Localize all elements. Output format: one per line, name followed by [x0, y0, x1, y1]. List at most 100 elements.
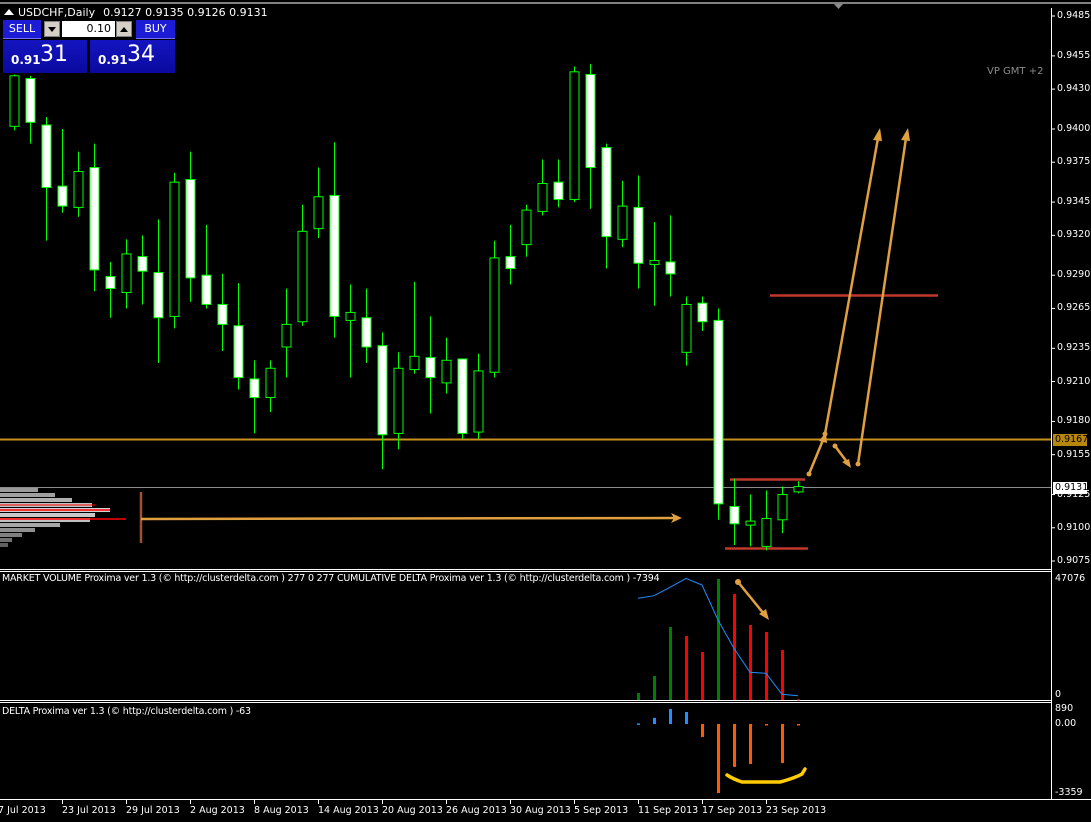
delta-axis-zero-label: 0.00	[1055, 718, 1077, 729]
candle	[617, 180, 628, 248]
ask-prefix: 0.91	[98, 53, 128, 67]
bull-candle-body	[617, 205, 628, 240]
candle	[329, 142, 340, 338]
volume-bar	[797, 699, 800, 701]
lot-increase-button[interactable]	[116, 21, 132, 37]
candle	[521, 204, 532, 257]
bear-candle-body	[89, 167, 100, 271]
price-tick-label: 0.9430	[1057, 83, 1091, 95]
ohlc-readout: 0.9127 0.9135 0.9126 0.9131	[103, 6, 268, 19]
bull-candle-body	[681, 303, 692, 353]
candle	[649, 222, 660, 306]
price-tick-label: 0.9290	[1057, 269, 1091, 281]
candle	[425, 316, 436, 414]
volume-bars	[637, 579, 800, 701]
bull-candle-body	[169, 181, 180, 317]
bid-price-button[interactable]: 0.91 31	[3, 40, 87, 73]
bull-candle-body	[569, 71, 580, 200]
delta-bar	[765, 724, 768, 726]
volume-profile	[0, 488, 126, 547]
bull-candle-body	[793, 486, 804, 493]
candle	[761, 490, 772, 551]
bear-candle-body	[217, 303, 228, 325]
candle	[9, 74, 20, 131]
arrow-head-icon	[842, 459, 851, 468]
bear-candle-body	[457, 358, 468, 434]
candle	[73, 151, 84, 217]
bid-pips: 31	[40, 42, 68, 67]
bear-candle-body	[633, 206, 644, 264]
time-tick-label: 8 Aug 2013	[254, 805, 309, 816]
bull-candle-body	[281, 323, 292, 348]
bear-candle-body	[665, 261, 676, 275]
delta-bar	[781, 724, 784, 764]
bear-candle-body	[505, 256, 516, 270]
candle	[57, 128, 68, 213]
arrow-line[interactable]	[807, 439, 825, 475]
candle	[601, 143, 612, 269]
bull-candle-body	[441, 359, 452, 384]
bear-candle-body	[377, 345, 388, 436]
delta-bar	[733, 724, 736, 767]
time-tick-label: 29 Jul 2013	[126, 805, 180, 816]
bear-candle-body	[185, 179, 196, 279]
price-tick-label: 0.9155	[1057, 448, 1091, 460]
delta-highlight-curve[interactable]	[725, 767, 807, 784]
price-tick-label: 0.9210	[1057, 375, 1091, 387]
candle	[137, 235, 148, 305]
bear-candle-body	[425, 357, 436, 379]
chart-shift-marker-icon[interactable]	[834, 4, 843, 9]
current-price-label: 0.9131	[1053, 482, 1089, 494]
volume-arrow-line[interactable]	[737, 581, 765, 615]
lot-size-input[interactable]	[62, 21, 115, 37]
time-tick-label: 20 Aug 2013	[382, 805, 443, 816]
bear-candle-body	[697, 302, 708, 323]
delta-axis-min-label: -3359	[1055, 787, 1083, 798]
time-tick-label: 23 Sep 2013	[766, 805, 827, 816]
price-tick-label: 0.9485	[1057, 10, 1091, 21]
buy-button[interactable]: BUY	[136, 20, 175, 39]
arrow-line[interactable]	[856, 137, 908, 465]
lot-decrease-button[interactable]	[44, 21, 60, 37]
bull-candle-body	[761, 517, 772, 547]
time-tick-label: 26 Aug 2013	[446, 805, 507, 816]
candle	[361, 288, 372, 363]
horizontal-arrow-line[interactable]	[140, 516, 675, 521]
price-tick-label: 0.9455	[1057, 49, 1091, 61]
arrow-line[interactable]	[834, 445, 848, 463]
ask-price-button[interactable]: 0.91 34	[90, 40, 175, 73]
bull-candle-body	[345, 311, 356, 321]
bear-candle-body	[137, 256, 148, 272]
volume-bar	[765, 631, 768, 700]
volume-axis-max-label: 47076	[1055, 573, 1086, 584]
candle	[553, 159, 564, 208]
time-tick-label: 14 Aug 2013	[318, 805, 379, 816]
volume-bar	[701, 652, 704, 700]
symbol-title: USDCHF,Daily	[18, 6, 96, 19]
price-tick-label: 0.9100	[1057, 521, 1091, 533]
price-tick-label: 0.9265	[1057, 302, 1091, 314]
sell-button[interactable]: SELL	[3, 20, 41, 39]
time-tick-label: 30 Aug 2013	[510, 805, 571, 816]
candle	[185, 151, 196, 302]
bull-candle-body	[297, 230, 308, 323]
candle	[281, 288, 292, 378]
candle	[537, 159, 548, 216]
candle	[457, 358, 468, 439]
delta-bar	[717, 724, 720, 793]
candle	[41, 117, 52, 241]
chart-canvas[interactable]	[0, 0, 1091, 822]
candle	[345, 284, 356, 378]
bear-candle-body	[25, 77, 36, 123]
bear-candle-body	[361, 317, 372, 348]
price-tick-label: 0.9075	[1057, 555, 1091, 566]
candle	[713, 308, 724, 520]
bear-candle-body	[57, 185, 68, 207]
bull-candle-body	[649, 260, 660, 266]
candle	[169, 172, 180, 329]
bear-candle-body	[105, 276, 116, 290]
time-tick-label: 2 Aug 2013	[190, 805, 245, 816]
candle	[441, 337, 452, 394]
collapse-triangle-icon[interactable]	[4, 9, 14, 15]
candle	[505, 224, 516, 285]
